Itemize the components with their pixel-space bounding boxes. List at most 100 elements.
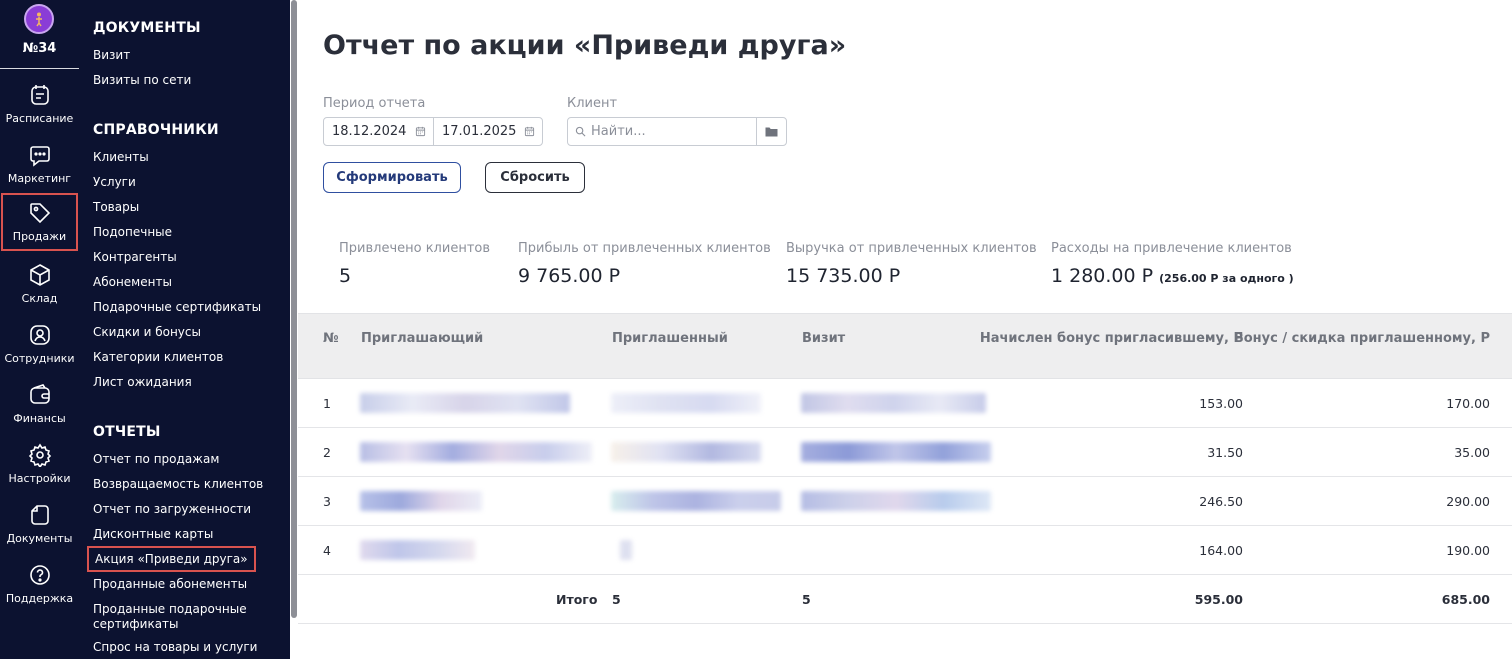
table-row[interactable]: 1 153.00 170.00 — [298, 379, 1512, 428]
section-title-references: СПРАВОЧНИКИ — [93, 122, 219, 138]
rail-item-sales[interactable]: Продажи — [1, 193, 78, 251]
rail-item-finance[interactable]: Финансы — [0, 375, 79, 433]
submenu-item-clients[interactable]: Клиенты — [93, 150, 149, 164]
reset-button[interactable]: Сбросить — [485, 162, 585, 193]
redacted-invited — [611, 491, 781, 511]
submenu-item-demand[interactable]: Спрос на товары и услуги — [93, 640, 257, 654]
rail-item-warehouse[interactable]: Склад — [0, 255, 79, 313]
submenu-item-goods[interactable]: Товары — [93, 200, 139, 214]
table-row[interactable]: 4 164.00 190.00 — [298, 526, 1512, 575]
date-to-value: 17.01.2025 — [442, 124, 517, 139]
submenu-item-sold-subscriptions[interactable]: Проданные абонементы — [93, 577, 247, 591]
row-number: 2 — [323, 445, 331, 460]
rail-item-label: Настройки — [8, 472, 71, 485]
rail-item-label: Склад — [21, 292, 58, 305]
submenu-item-sold-gift-certificates[interactable]: Проданные подарочные сертификаты — [93, 602, 263, 632]
inviter-bonus: 153.00 — [1199, 396, 1243, 411]
redacted-inviter — [360, 393, 570, 413]
rail-item-schedule[interactable]: Расписание — [0, 75, 79, 133]
rail-item-employees[interactable]: Сотрудники — [0, 315, 79, 373]
client-select-button[interactable] — [756, 118, 786, 145]
person-icon — [29, 325, 50, 345]
period-label: Период отчета — [323, 96, 426, 111]
rail-item-label: Продажи — [12, 230, 67, 243]
column-header-inviter[interactable]: Приглашающий — [361, 331, 483, 346]
column-header-number[interactable]: № — [323, 331, 339, 346]
folder-icon — [765, 127, 778, 137]
row-number: 1 — [323, 396, 331, 411]
submenu-item-client-categories[interactable]: Категории клиентов — [93, 350, 223, 364]
invited-bonus: 290.00 — [1446, 494, 1490, 509]
submenu-item-load-report[interactable]: Отчет по загруженности — [93, 502, 251, 516]
stat-label-expenses: Расходы на привлечение клиентов — [1051, 241, 1292, 256]
client-search: Найти... — [567, 117, 787, 146]
submenu-item-visit[interactable]: Визит — [93, 48, 130, 62]
submenu-item-client-retention[interactable]: Возвращаемость клиентов — [93, 477, 263, 491]
redacted-visit — [801, 393, 986, 413]
table-row[interactable]: 3 246.50 290.00 — [298, 477, 1512, 526]
calendar-small-icon — [415, 126, 426, 137]
total-label: Итого — [556, 592, 598, 607]
client-label: Клиент — [567, 96, 618, 111]
submenu-scrollbar[interactable] — [290, 0, 298, 659]
inviter-bonus: 246.50 — [1199, 494, 1243, 509]
stat-value-clients: 5 — [339, 265, 352, 287]
submenu-item-sales-report[interactable]: Отчет по продажам — [93, 452, 219, 466]
stat-value-profit: 9 765.00 Р — [518, 265, 621, 287]
rail-item-label: Поддержка — [5, 592, 74, 605]
calendar-small-icon — [524, 126, 535, 137]
submenu-item-gift-certificates[interactable]: Подарочные сертификаты — [93, 300, 261, 314]
total-inviter-bonus: 595.00 — [1194, 592, 1243, 607]
wallet-icon — [29, 384, 50, 404]
rail-item-support[interactable]: Поддержка — [0, 555, 79, 613]
submenu-item-discount-cards[interactable]: Дисконтные карты — [93, 527, 213, 541]
stat-label-clients: Привлечено клиентов — [339, 241, 491, 256]
rail-item-label: Документы — [6, 532, 73, 545]
submenu-item-services[interactable]: Услуги — [93, 175, 136, 189]
client-search-placeholder: Найти... — [591, 124, 646, 139]
client-search-input[interactable]: Найти... — [568, 118, 756, 145]
total-invited: 5 — [612, 592, 621, 607]
inviter-bonus: 164.00 — [1199, 543, 1243, 558]
submenu-item-refer-a-friend[interactable]: Акция «Приведи друга» — [87, 546, 256, 572]
club-number: №34 — [22, 41, 57, 56]
redacted-inviter — [360, 491, 482, 511]
column-header-invited[interactable]: Приглашенный — [612, 331, 728, 346]
submenu-item-waiting-list[interactable]: Лист ожидания — [93, 375, 192, 389]
tag-icon — [29, 203, 50, 224]
table-row[interactable]: 2 31.50 35.00 — [298, 428, 1512, 477]
date-from-field[interactable]: 18.12.2024 — [324, 118, 433, 145]
date-from-value: 18.12.2024 — [332, 124, 407, 139]
table-total-row: Итого 5 5 595.00 685.00 — [298, 575, 1512, 624]
row-number: 3 — [323, 494, 331, 509]
submenu-item-network-visits[interactable]: Визиты по сети — [93, 73, 191, 87]
rail-item-documents[interactable]: Документы — [0, 495, 79, 553]
table-header: № Приглашающий Приглашенный Визит Начисл… — [298, 313, 1512, 379]
rail-item-marketing[interactable]: Маркетинг — [0, 135, 79, 193]
scrollbar-thumb[interactable] — [291, 0, 297, 618]
rail-item-settings[interactable]: Настройки — [0, 435, 79, 493]
column-header-invited-bonus[interactable]: Бонус / скидка приглашенному, Р — [1234, 331, 1490, 346]
submenu-item-discounts-bonuses[interactable]: Скидки и бонусы — [93, 325, 201, 339]
club-logo-icon[interactable] — [24, 4, 54, 34]
report-page: Отчет по акции «Приведи друга» Период от… — [298, 0, 1512, 659]
rail-item-label: Расписание — [5, 112, 74, 125]
date-to-field[interactable]: 17.01.2025 — [433, 118, 542, 145]
stat-value-revenue: 15 735.00 Р — [786, 265, 901, 287]
submenu-item-subscriptions[interactable]: Абонементы — [93, 275, 172, 289]
stat-value-expenses: 1 280.00 Р (256.00 Р за одного ) — [1051, 265, 1294, 287]
rail-item-label: Финансы — [13, 412, 66, 425]
column-header-visit[interactable]: Визит — [802, 331, 845, 346]
invited-bonus: 35.00 — [1454, 445, 1490, 460]
section-title-reports: ОТЧЕТЫ — [93, 424, 161, 440]
help-icon — [29, 565, 50, 585]
submenu-item-counterparties[interactable]: Контрагенты — [93, 250, 177, 264]
submenu-item-wards[interactable]: Подопечные — [93, 225, 172, 239]
invited-bonus: 170.00 — [1446, 396, 1490, 411]
total-visits: 5 — [802, 592, 811, 607]
section-title-documents: ДОКУМЕНТЫ — [93, 20, 201, 36]
stat-label-profit: Прибыль от привлеченных клиентов — [518, 241, 771, 256]
column-header-inviter-bonus[interactable]: Начислен бонус пригласившему, Р — [980, 331, 1243, 346]
generate-button[interactable]: Сформировать — [323, 162, 461, 193]
rail-item-label: Маркетинг — [7, 172, 72, 185]
